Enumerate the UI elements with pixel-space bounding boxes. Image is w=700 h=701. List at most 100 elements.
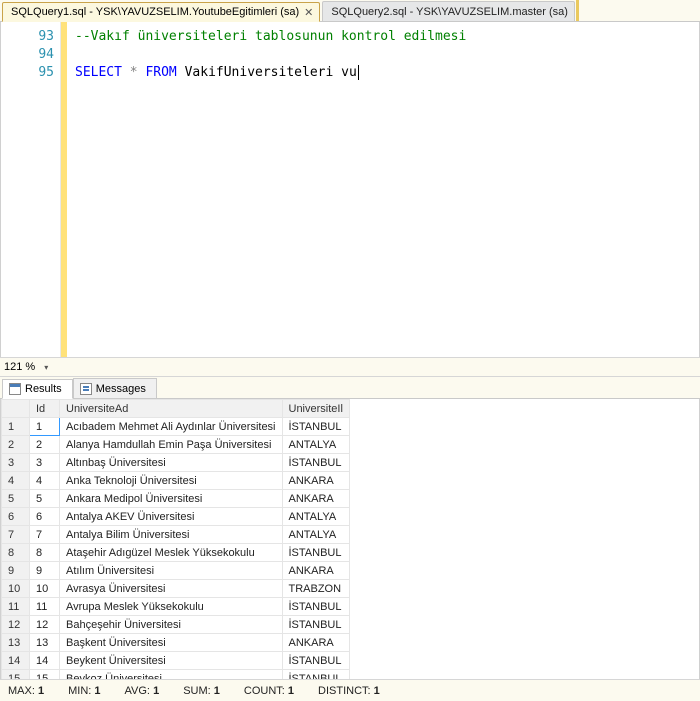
col-rownum[interactable] [2, 400, 30, 418]
results-grid-wrap[interactable]: Id UniversiteAd UniversiteIl 11Acıbadem … [0, 399, 700, 679]
row-number[interactable]: 12 [2, 616, 30, 634]
header-row: Id UniversiteAd UniversiteIl [2, 400, 350, 418]
cell-universiteil[interactable]: ANKARA [282, 634, 349, 652]
row-number[interactable]: 2 [2, 436, 30, 454]
cell-universitead[interactable]: Antalya Bilim Üniversitesi [60, 526, 283, 544]
row-number[interactable]: 7 [2, 526, 30, 544]
cell-universiteil[interactable]: ANTALYA [282, 508, 349, 526]
cell-universitead[interactable]: Bahçeşehir Üniversitesi [60, 616, 283, 634]
table-row[interactable]: 11Acıbadem Mehmet Ali Aydınlar Üniversit… [2, 418, 350, 436]
table-row[interactable]: 1010Avrasya ÜniversitesiTRABZON [2, 580, 350, 598]
cell-id[interactable]: 6 [30, 508, 60, 526]
cell-universitead[interactable]: Antalya AKEV Üniversitesi [60, 508, 283, 526]
cell-id[interactable]: 3 [30, 454, 60, 472]
col-universitead[interactable]: UniversiteAd [60, 400, 283, 418]
cell-id[interactable]: 15 [30, 670, 60, 680]
row-number[interactable]: 8 [2, 544, 30, 562]
cell-universitead[interactable]: Acıbadem Mehmet Ali Aydınlar Üniversites… [60, 418, 283, 436]
cell-universitead[interactable]: Beykoz Üniversitesi [60, 670, 283, 680]
table-row[interactable]: 1515Beykoz ÜniversitesiİSTANBUL [2, 670, 350, 680]
cell-id[interactable]: 4 [30, 472, 60, 490]
table-row[interactable]: 66Antalya AKEV ÜniversitesiANTALYA [2, 508, 350, 526]
col-id[interactable]: Id [30, 400, 60, 418]
close-icon[interactable]: ✕ [304, 6, 313, 19]
cell-id[interactable]: 14 [30, 652, 60, 670]
table-row[interactable]: 1313Başkent ÜniversitesiANKARA [2, 634, 350, 652]
table-row[interactable]: 1414Beykent ÜniversitesiİSTANBUL [2, 652, 350, 670]
cell-universitead[interactable]: Ankara Medipol Üniversitesi [60, 490, 283, 508]
cell-id[interactable]: 11 [30, 598, 60, 616]
row-number[interactable]: 10 [2, 580, 30, 598]
cell-universitead[interactable]: Altınbaş Üniversitesi [60, 454, 283, 472]
cell-id[interactable]: 9 [30, 562, 60, 580]
cell-id[interactable]: 12 [30, 616, 60, 634]
stat-count: COUNT: 1 [244, 685, 294, 697]
col-universiteil[interactable]: UniversiteIl [282, 400, 349, 418]
cell-id[interactable]: 13 [30, 634, 60, 652]
cell-universitead[interactable]: Ataşehir Adıgüzel Meslek Yüksekokulu [60, 544, 283, 562]
row-number[interactable]: 15 [2, 670, 30, 680]
cell-id[interactable]: 5 [30, 490, 60, 508]
sql-identifier: VakifUniversiteleri [185, 65, 334, 80]
row-number[interactable]: 9 [2, 562, 30, 580]
row-number[interactable]: 1 [2, 418, 30, 436]
aggregate-status-bar: MAX: 1 MIN: 1 AVG: 1 SUM: 1 COUNT: 1 DIS… [0, 679, 700, 701]
row-number[interactable]: 13 [2, 634, 30, 652]
sql-alias: vu [341, 65, 357, 80]
cell-universiteil[interactable]: İSTANBUL [282, 598, 349, 616]
cell-id[interactable]: 8 [30, 544, 60, 562]
cell-id[interactable]: 1 [30, 418, 60, 436]
cell-universiteil[interactable]: ANKARA [282, 562, 349, 580]
tab-sqlquery2[interactable]: SQLQuery2.sql - YSK\YAVUZSELIM.master (s… [322, 1, 575, 21]
row-number[interactable]: 3 [2, 454, 30, 472]
cell-universitead[interactable]: Avrupa Meslek Yüksekokulu [60, 598, 283, 616]
cell-universitead[interactable]: Başkent Üniversitesi [60, 634, 283, 652]
messages-icon [80, 383, 92, 395]
cell-universiteil[interactable]: ANKARA [282, 490, 349, 508]
tab-results[interactable]: Results [2, 379, 73, 399]
cell-universiteil[interactable]: ANTALYA [282, 436, 349, 454]
row-number[interactable]: 4 [2, 472, 30, 490]
chevron-down-icon[interactable]: ▾ [41, 362, 51, 372]
cell-universiteil[interactable]: İSTANBUL [282, 670, 349, 680]
cell-id[interactable]: 10 [30, 580, 60, 598]
table-row[interactable]: 22Alanya Hamdullah Emin Paşa Üniversites… [2, 436, 350, 454]
cell-universitead[interactable]: Anka Teknoloji Üniversitesi [60, 472, 283, 490]
zoom-value[interactable]: 121 % [4, 361, 35, 373]
tab-messages[interactable]: Messages [73, 378, 157, 398]
row-number[interactable]: 5 [2, 490, 30, 508]
row-number[interactable]: 11 [2, 598, 30, 616]
results-grid[interactable]: Id UniversiteAd UniversiteIl 11Acıbadem … [1, 399, 350, 679]
cell-universiteil[interactable]: İSTANBUL [282, 418, 349, 436]
table-row[interactable]: 33Altınbaş ÜniversitesiİSTANBUL [2, 454, 350, 472]
cell-universiteil[interactable]: ANTALYA [282, 526, 349, 544]
cell-universitead[interactable]: Atılım Üniversitesi [60, 562, 283, 580]
cell-universiteil[interactable]: İSTANBUL [282, 616, 349, 634]
cell-universiteil[interactable]: İSTANBUL [282, 652, 349, 670]
stat-sum: SUM: 1 [183, 685, 220, 697]
sql-comment: --Vakıf üniversiteleri tablosunun kontro… [75, 29, 466, 44]
cell-universiteil[interactable]: İSTANBUL [282, 544, 349, 562]
cell-id[interactable]: 7 [30, 526, 60, 544]
cell-universiteil[interactable]: TRABZON [282, 580, 349, 598]
table-row[interactable]: 55Ankara Medipol ÜniversitesiANKARA [2, 490, 350, 508]
cell-universitead[interactable]: Alanya Hamdullah Emin Paşa Üniversitesi [60, 436, 283, 454]
table-row[interactable]: 77Antalya Bilim ÜniversitesiANTALYA [2, 526, 350, 544]
table-row[interactable]: 88Ataşehir Adıgüzel Meslek YüksekokuluİS… [2, 544, 350, 562]
row-number[interactable]: 6 [2, 508, 30, 526]
tab-sqlquery1[interactable]: SQLQuery1.sql - YSK\YAVUZSELIM.YoutubeEg… [2, 2, 320, 22]
table-row[interactable]: 44Anka Teknoloji ÜniversitesiANKARA [2, 472, 350, 490]
cell-universiteil[interactable]: ANKARA [282, 472, 349, 490]
sql-keyword: FROM [145, 65, 176, 80]
cell-universitead[interactable]: Beykent Üniversitesi [60, 652, 283, 670]
cell-universitead[interactable]: Avrasya Üniversitesi [60, 580, 283, 598]
code-area[interactable]: --Vakıf üniversiteleri tablosunun kontro… [67, 22, 699, 357]
row-number[interactable]: 14 [2, 652, 30, 670]
code-editor[interactable]: 93 94 95 --Vakıf üniversiteleri tablosun… [0, 22, 700, 357]
table-row[interactable]: 1111Avrupa Meslek YüksekokuluİSTANBUL [2, 598, 350, 616]
sql-star: * [130, 65, 138, 80]
table-row[interactable]: 99Atılım ÜniversitesiANKARA [2, 562, 350, 580]
cell-id[interactable]: 2 [30, 436, 60, 454]
cell-universiteil[interactable]: İSTANBUL [282, 454, 349, 472]
table-row[interactable]: 1212Bahçeşehir ÜniversitesiİSTANBUL [2, 616, 350, 634]
